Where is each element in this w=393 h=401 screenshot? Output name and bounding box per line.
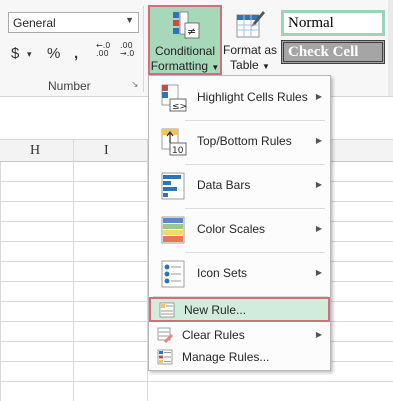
format-as-table-icon [236,11,265,38]
percent-button[interactable]: % [47,45,60,62]
format-as-table-label-1[interactable]: Format as [222,43,278,57]
submenu-arrow-icon: ▶ [315,136,322,145]
decrease-decimal-button[interactable]: .00 →.0 [120,42,134,58]
menu-item-new-rule[interactable]: New Rule... [149,297,330,322]
ribbon-edge [388,0,393,96]
chevron-down-icon: ▼ [262,62,270,71]
svg-text:10: 10 [172,146,184,156]
menu-item-icon-sets[interactable]: Icon Sets ▶ [149,252,330,296]
menu-item-highlight-cells-rules[interactable]: ≤> Highlight Cells Rules ▶ [149,76,330,120]
menu-item-label: New Rule... [184,303,247,317]
currency-dropdown-icon[interactable]: ▾ [27,49,32,60]
decrease-decimal-bottom: →.0 [120,49,135,58]
conditional-formatting-label-2: Formatting ▼ [150,59,220,73]
number-group-label: Number [48,79,91,93]
menu-item-label: Clear Rules [182,328,245,342]
format-as-table-label-text: Table [230,58,259,72]
increase-decimal-bottom: .00 [96,49,109,58]
group-divider [143,6,144,92]
menu-item-top-bottom-rules[interactable]: 10 Top/Bottom Rules ▶ [149,120,330,164]
icon-sets-icon [161,260,185,288]
column-header-i[interactable]: I [104,143,109,159]
chevron-down-icon: ▼ [211,63,220,72]
menu-item-manage-rules[interactable]: Manage Rules... [149,346,330,368]
clear-rules-icon [157,327,173,343]
grid-column-line [73,162,74,401]
menu-item-label: Highlight Cells Rules [197,90,308,104]
dialog-launcher-icon[interactable]: ↘ [131,79,139,90]
data-bars-icon [161,172,185,200]
svg-text:≤>: ≤> [172,102,187,112]
submenu-arrow-icon: ▶ [315,224,322,233]
conditional-formatting-icon: ≠ [173,11,200,39]
submenu-arrow-icon: ▶ [315,268,322,277]
cell-style-normal[interactable]: Normal [281,10,385,36]
menu-item-label: Icon Sets [197,266,248,280]
cell-style-check-cell-label: Check Cell [288,44,359,60]
menu-item-label: Manage Rules... [182,350,270,364]
highlight-cells-icon: ≤> [161,84,187,112]
menu-item-label: Data Bars [197,178,251,192]
menu-item-clear-rules[interactable]: Clear Rules ▶ [149,324,330,346]
number-format-dropdown[interactable]: General ▼ [8,12,139,33]
menu-item-label: Top/Bottom Rules [197,134,292,148]
cell-style-check-cell[interactable]: Check Cell [281,40,385,64]
top-bottom-icon: 10 [161,128,187,156]
menu-item-color-scales[interactable]: Color Scales ▶ [149,208,330,252]
color-scales-icon [161,216,185,244]
currency-button[interactable]: $ [11,45,19,62]
increase-decimal-button[interactable]: ←.0 .00 [96,42,110,58]
comma-button[interactable]: , [74,45,78,62]
svg-text:≠: ≠ [187,25,196,38]
number-format-value: General [13,16,56,30]
submenu-arrow-icon: ▶ [315,92,322,101]
cell-style-normal-label: Normal [288,15,334,31]
chevron-down-icon: ▼ [125,15,134,25]
conditional-formatting-label-text: Formatting [150,59,209,73]
manage-rules-icon [157,349,173,365]
column-header-h[interactable]: H [30,143,40,159]
menu-item-data-bars[interactable]: Data Bars ▶ [149,164,330,208]
conditional-formatting-button[interactable]: ≠ Conditional Formatting ▼ [148,5,222,75]
submenu-arrow-icon: ▶ [315,180,322,189]
menu-item-label: Color Scales [197,222,266,236]
conditional-formatting-menu: ≤> Highlight Cells Rules ▶ 10 Top/Bottom… [148,75,331,371]
format-as-table-label-2[interactable]: Table ▼ [222,58,278,72]
new-rule-icon [159,302,175,318]
conditional-formatting-label-1: Conditional [154,44,216,58]
submenu-arrow-icon: ▶ [315,330,322,339]
